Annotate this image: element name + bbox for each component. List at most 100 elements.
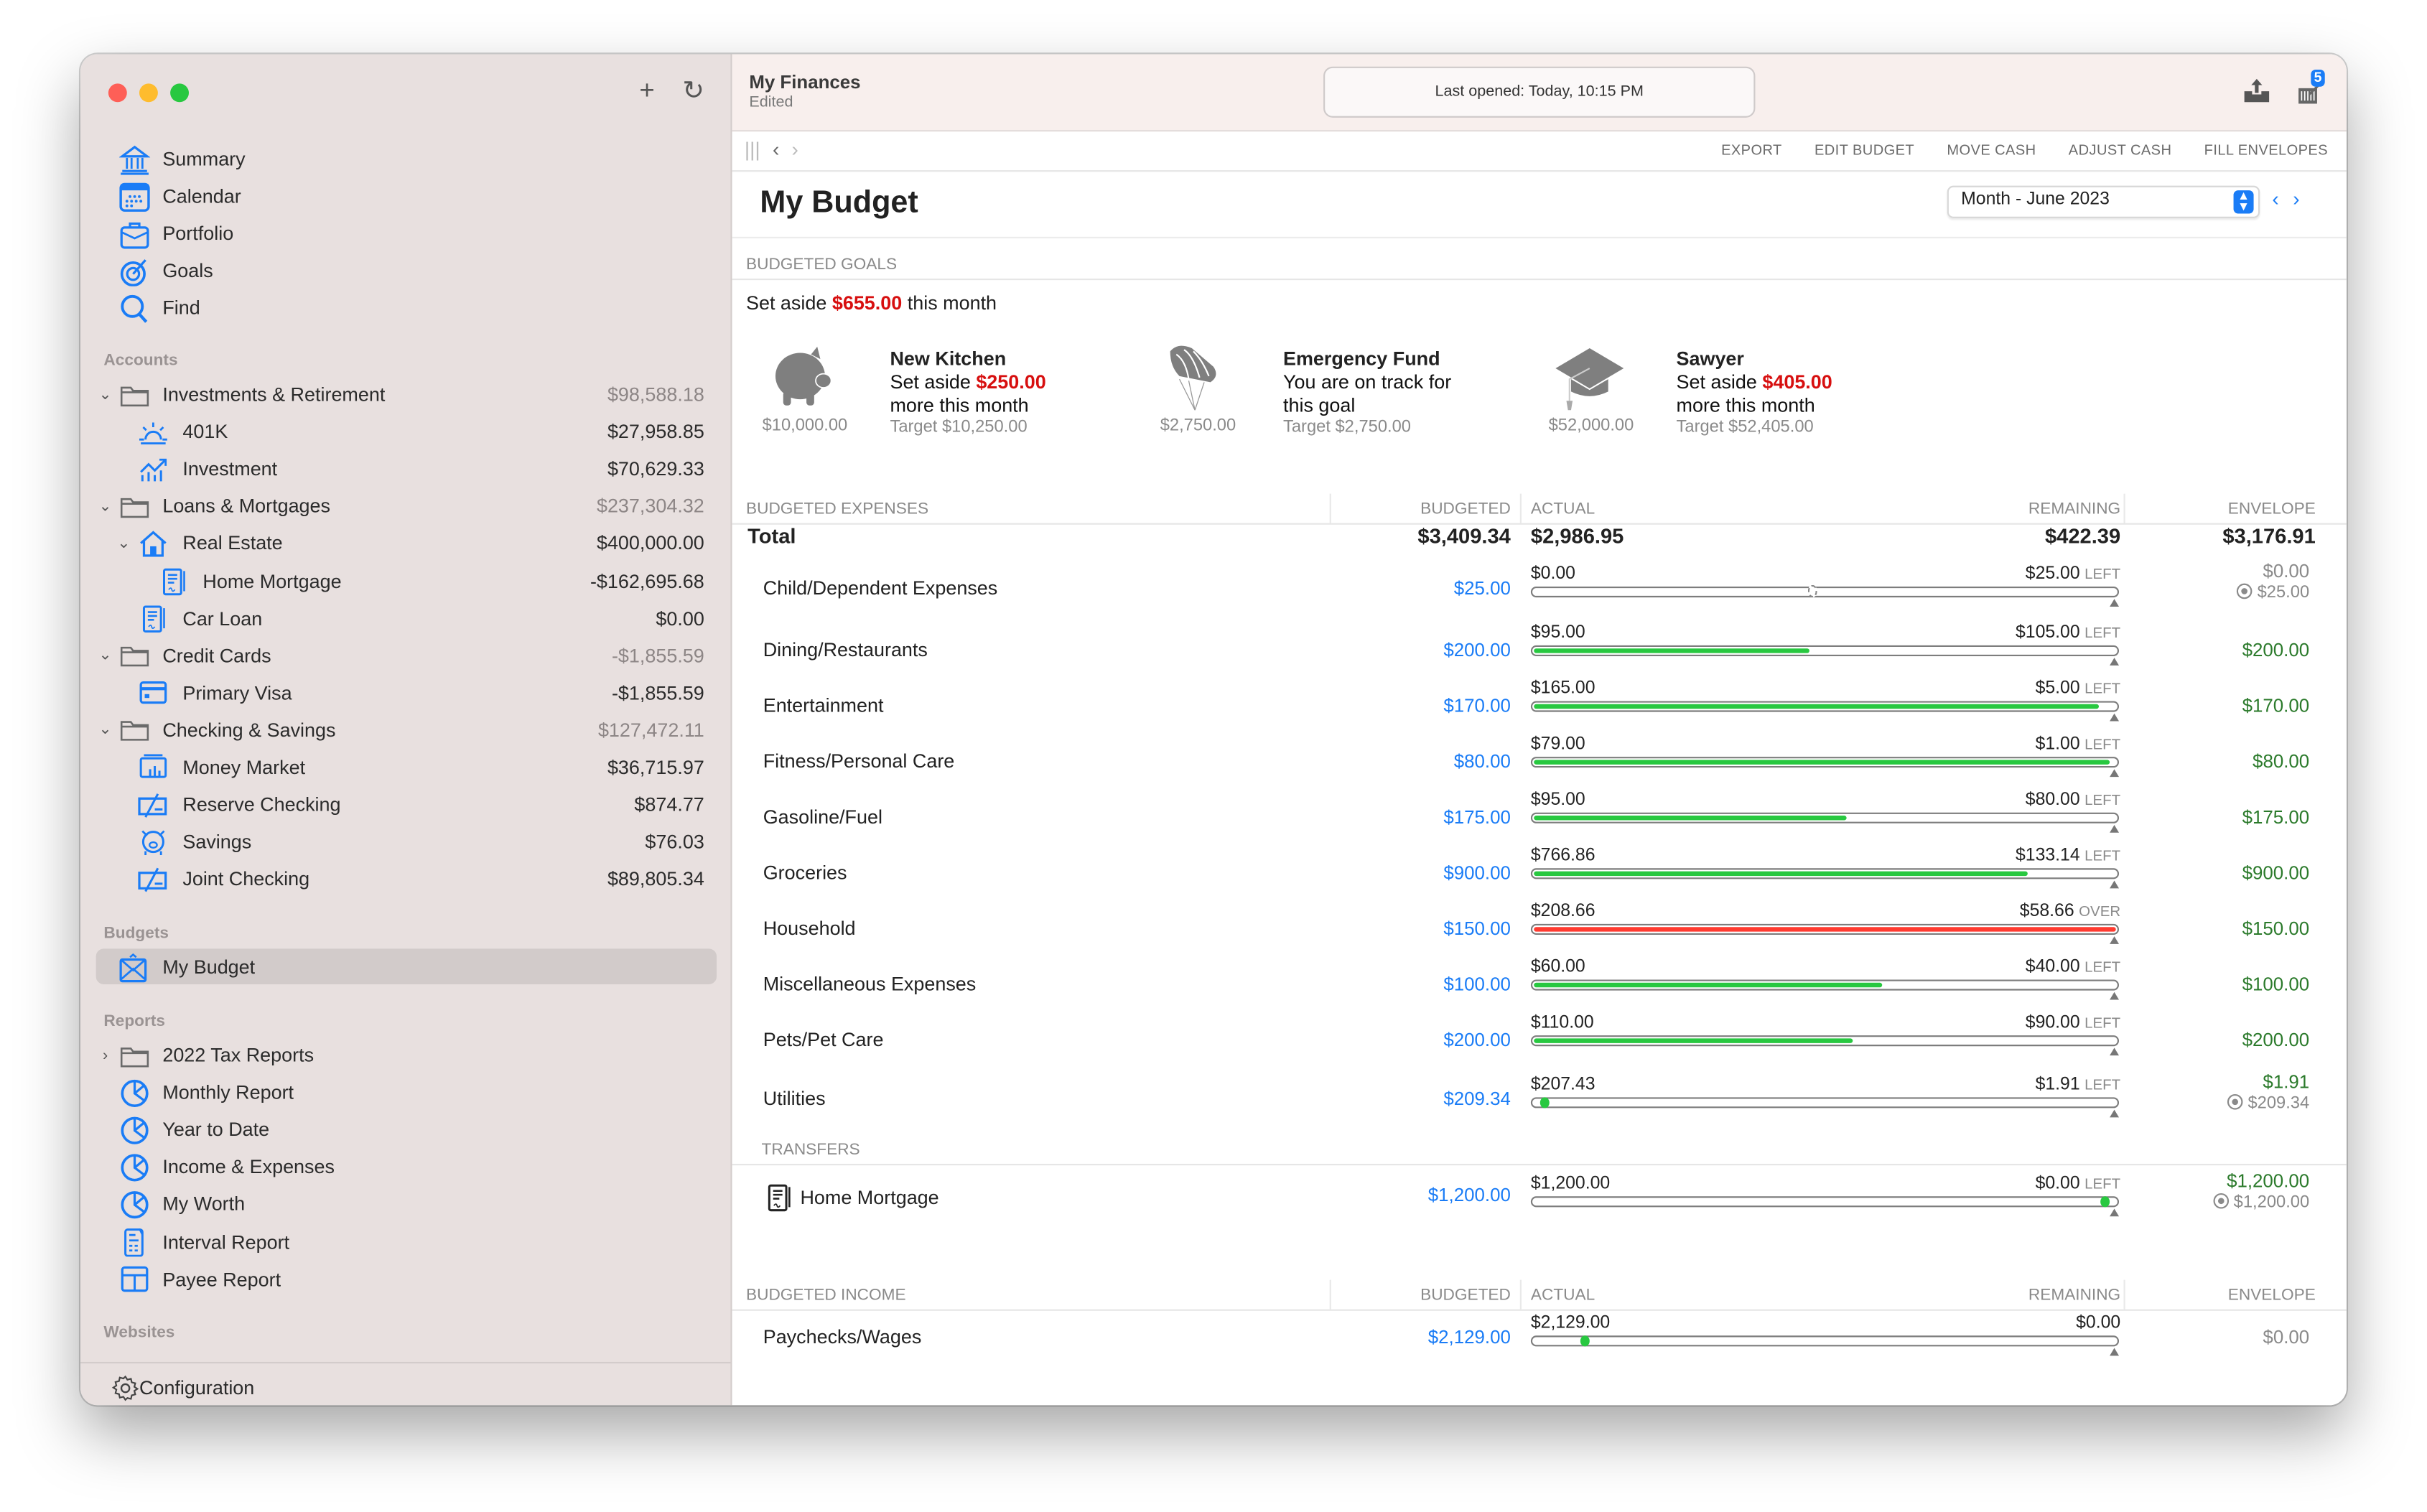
expense-row[interactable]: Entertainment $170.00 $165.00 $5.00 LEFT $170…	[732, 676, 2347, 732]
expense-row[interactable]: Dining/Restaurants $200.00 $95.00 $105.00 LE…	[732, 620, 2347, 676]
actual-column-header[interactable]: ACTUAL	[1531, 1286, 1595, 1305]
sidebar-item-credit-cards[interactable]: ⌄ Credit Cards -$1,855.59	[80, 637, 730, 674]
document-status: Edited	[749, 94, 793, 112]
sidebar-item-car-loan[interactable]: Car Loan $0.00	[80, 599, 730, 637]
goal-card[interactable]: $2,750.00 Emergency Fund You are on trac…	[1140, 332, 1527, 456]
remaining-column-header[interactable]: REMAINING	[2028, 1286, 2120, 1305]
goal-status-line-2: this goal	[1283, 394, 1356, 416]
configuration-button[interactable]: Configuration	[111, 1374, 254, 1402]
expense-row[interactable]: Miscellaneous Expenses $100.00 $60.00 $40.0…	[732, 955, 2347, 1011]
refresh-button[interactable]: ↻	[678, 76, 709, 107]
edit-budget-button[interactable]: EDIT BUDGET	[1815, 142, 1914, 158]
goal-saved: $52,000.00	[1548, 416, 1634, 435]
add-button[interactable]: +	[631, 76, 662, 107]
sidebar-item-year-to-date[interactable]: Year to Date	[80, 1111, 730, 1149]
expense-row[interactable]: Pets/Pet Care $200.00 $110.00 $90.00 LEFT $20…	[732, 1011, 2347, 1067]
budgeted-amount[interactable]: $209.34	[1443, 1088, 1511, 1109]
back-button[interactable]: ‹	[773, 138, 779, 161]
budgeted-amount[interactable]: $25.00	[1454, 577, 1511, 599]
sidebar-item-joint-checking[interactable]: Joint Checking $89,805.34	[80, 861, 730, 898]
income-row[interactable]: Paychecks/Wages $2,129.00 $2,129.00 $0.00 $0…	[732, 1311, 2347, 1367]
sidebar-item-calendar[interactable]: Calendar	[118, 178, 246, 215]
row-name: Pets/Pet Care	[763, 1029, 884, 1051]
sidebar-item-primary-visa[interactable]: Primary Visa -$1,855.59	[80, 674, 730, 711]
budgeted-amount[interactable]: $900.00	[1443, 862, 1511, 884]
goal-card[interactable]: $10,000.00 New Kitchen Set aside $250.00…	[746, 332, 1133, 456]
sidebar-item-reserve-checking[interactable]: Reserve Checking $874.77	[80, 786, 730, 823]
disclosure-chevron-icon[interactable]: ⌄	[98, 722, 113, 739]
row-name: Home Mortgage	[800, 1187, 939, 1209]
envelope-target: $209.34	[2247, 1094, 2310, 1113]
next-period-button[interactable]: ›	[2293, 187, 2299, 210]
sidebar-item-find[interactable]: Find	[118, 289, 246, 327]
budgeted-column-header[interactable]: BUDGETED	[1420, 1286, 1511, 1305]
remaining-amount: $5.00	[2035, 679, 2080, 699]
budgeted-column-header[interactable]: BUDGETED	[1420, 500, 1511, 518]
previous-period-button[interactable]: ‹	[2272, 187, 2278, 210]
budgeted-amount[interactable]: $1,200.00	[1428, 1184, 1511, 1205]
budgeted-amount[interactable]: $80.00	[1454, 750, 1511, 772]
budgeted-amount[interactable]: $170.00	[1443, 695, 1511, 717]
adjust-cash-button[interactable]: ADJUST CASH	[2069, 142, 2172, 158]
document-title: My Finances	[749, 71, 861, 93]
sidebar-item-investments-retirement[interactable]: ⌄ Investments & Retirement $98,588.18	[80, 376, 730, 414]
disclosure-chevron-icon[interactable]: ⌄	[98, 498, 113, 515]
account-balance: $237,304.32	[596, 495, 704, 518]
budgeted-amount[interactable]: $2,129.00	[1428, 1326, 1511, 1348]
expense-row[interactable]: Fitness/Personal Care $80.00 $79.00 $1.00 LE…	[732, 732, 2347, 788]
transfer-row[interactable]: Home Mortgage $1,200.00 $1,200.00 $0.00 LEFT…	[732, 1162, 2347, 1218]
sidebar-item-401k[interactable]: 401K $27,958.85	[80, 414, 730, 451]
actual-column-header[interactable]: ACTUAL	[1531, 500, 1595, 518]
goal-card[interactable]: $52,000.00 Sawyer Set aside $405.00 more…	[1532, 332, 1919, 456]
close-window-button[interactable]	[108, 83, 127, 103]
folder-icon	[118, 379, 152, 410]
share-button[interactable]	[2241, 76, 2272, 107]
fill-envelopes-button[interactable]: FILL ENVELOPES	[2204, 142, 2328, 158]
expense-row[interactable]: Groceries $900.00 $766.86 $133.14 LEFT $900.0…	[732, 844, 2347, 900]
budgeted-amount[interactable]: $175.00	[1443, 806, 1511, 828]
export-button[interactable]: EXPORT	[1721, 142, 1782, 158]
expense-row[interactable]: Household $150.00 $208.66 $58.66 OVER $150.00	[732, 899, 2347, 955]
sidebar-item-my-worth[interactable]: My Worth	[80, 1186, 730, 1223]
expense-row[interactable]: Utilities $209.34 $207.43 $1.91 LEFT $1.91 $2…	[732, 1070, 2347, 1126]
sidebar-item-interval-report[interactable]: Interval Report	[80, 1223, 730, 1261]
sidebar-item-monthly-report[interactable]: Monthly Report	[80, 1074, 730, 1111]
sidebar-item-home-mortgage[interactable]: Home Mortgage -$162,695.68	[80, 562, 730, 599]
sidebar-item-2022-tax-reports[interactable]: › 2022 Tax Reports	[80, 1037, 730, 1074]
sidebar-item-income-expenses[interactable]: Income & Expenses	[80, 1149, 730, 1186]
sidebar-item-payee-report[interactable]: Payee Report	[80, 1261, 730, 1298]
forward-button[interactable]: ›	[792, 138, 798, 161]
disclosure-chevron-icon[interactable]: ⌄	[98, 647, 113, 664]
budgeted-amount[interactable]: $200.00	[1443, 1029, 1511, 1050]
online-update-button[interactable]: 5	[2294, 70, 2325, 107]
budgeted-amount[interactable]: $100.00	[1443, 974, 1511, 995]
sidebar-item-investment[interactable]: Investment $70,629.33	[80, 451, 730, 488]
remaining-column-header[interactable]: REMAINING	[2028, 500, 2120, 518]
expenses-title: BUDGETED EXPENSES	[746, 500, 929, 519]
sidebar-item-summary[interactable]: Summary	[118, 141, 246, 178]
sidebar-item-checking-savings[interactable]: ⌄ Checking & Savings $127,472.11	[80, 711, 730, 749]
budgeted-amount[interactable]: $150.00	[1443, 918, 1511, 939]
sidebar-item-portfolio[interactable]: Portfolio	[118, 215, 246, 253]
disclosure-chevron-icon[interactable]: ›	[98, 1047, 113, 1064]
envelope-column-header[interactable]: ENVELOPE	[2228, 500, 2316, 518]
expense-row[interactable]: Child/Dependent Expenses $25.00 $0.00 $25.0…	[732, 559, 2347, 615]
sidebar-item-money-market[interactable]: Money Market $36,715.97	[80, 749, 730, 786]
goal-status-line: Set aside $250.00	[890, 371, 1045, 393]
disclosure-chevron-icon[interactable]: ⌄	[116, 536, 132, 553]
sidebar-item-real-estate[interactable]: ⌄ Real Estate $400,000.00	[80, 526, 730, 563]
minimize-window-button[interactable]	[139, 83, 158, 103]
zoom-window-button[interactable]	[170, 83, 189, 103]
budgeted-amount[interactable]: $200.00	[1443, 639, 1511, 661]
sidebar-item-loans-mortgages[interactable]: ⌄ Loans & Mortgages $237,304.32	[80, 488, 730, 526]
sidebar-toggle-handle[interactable]: |||	[745, 138, 760, 161]
remaining-status: LEFT	[2084, 566, 2121, 584]
sidebar-item-goals[interactable]: Goals	[118, 252, 246, 289]
move-cash-button[interactable]: MOVE CASH	[1947, 142, 2036, 158]
sidebar-item-my-budget[interactable]: My Budget	[80, 948, 730, 986]
disclosure-chevron-icon[interactable]: ⌄	[98, 386, 113, 403]
sidebar-item-savings[interactable]: Savings $76.03	[80, 823, 730, 861]
period-select[interactable]: Month - June 2023 ▲ ▼	[1947, 185, 2260, 218]
expense-row[interactable]: Gasoline/Fuel $175.00 $95.00 $80.00 LEFT $175…	[732, 788, 2347, 844]
envelope-column-header[interactable]: ENVELOPE	[2228, 1286, 2316, 1305]
